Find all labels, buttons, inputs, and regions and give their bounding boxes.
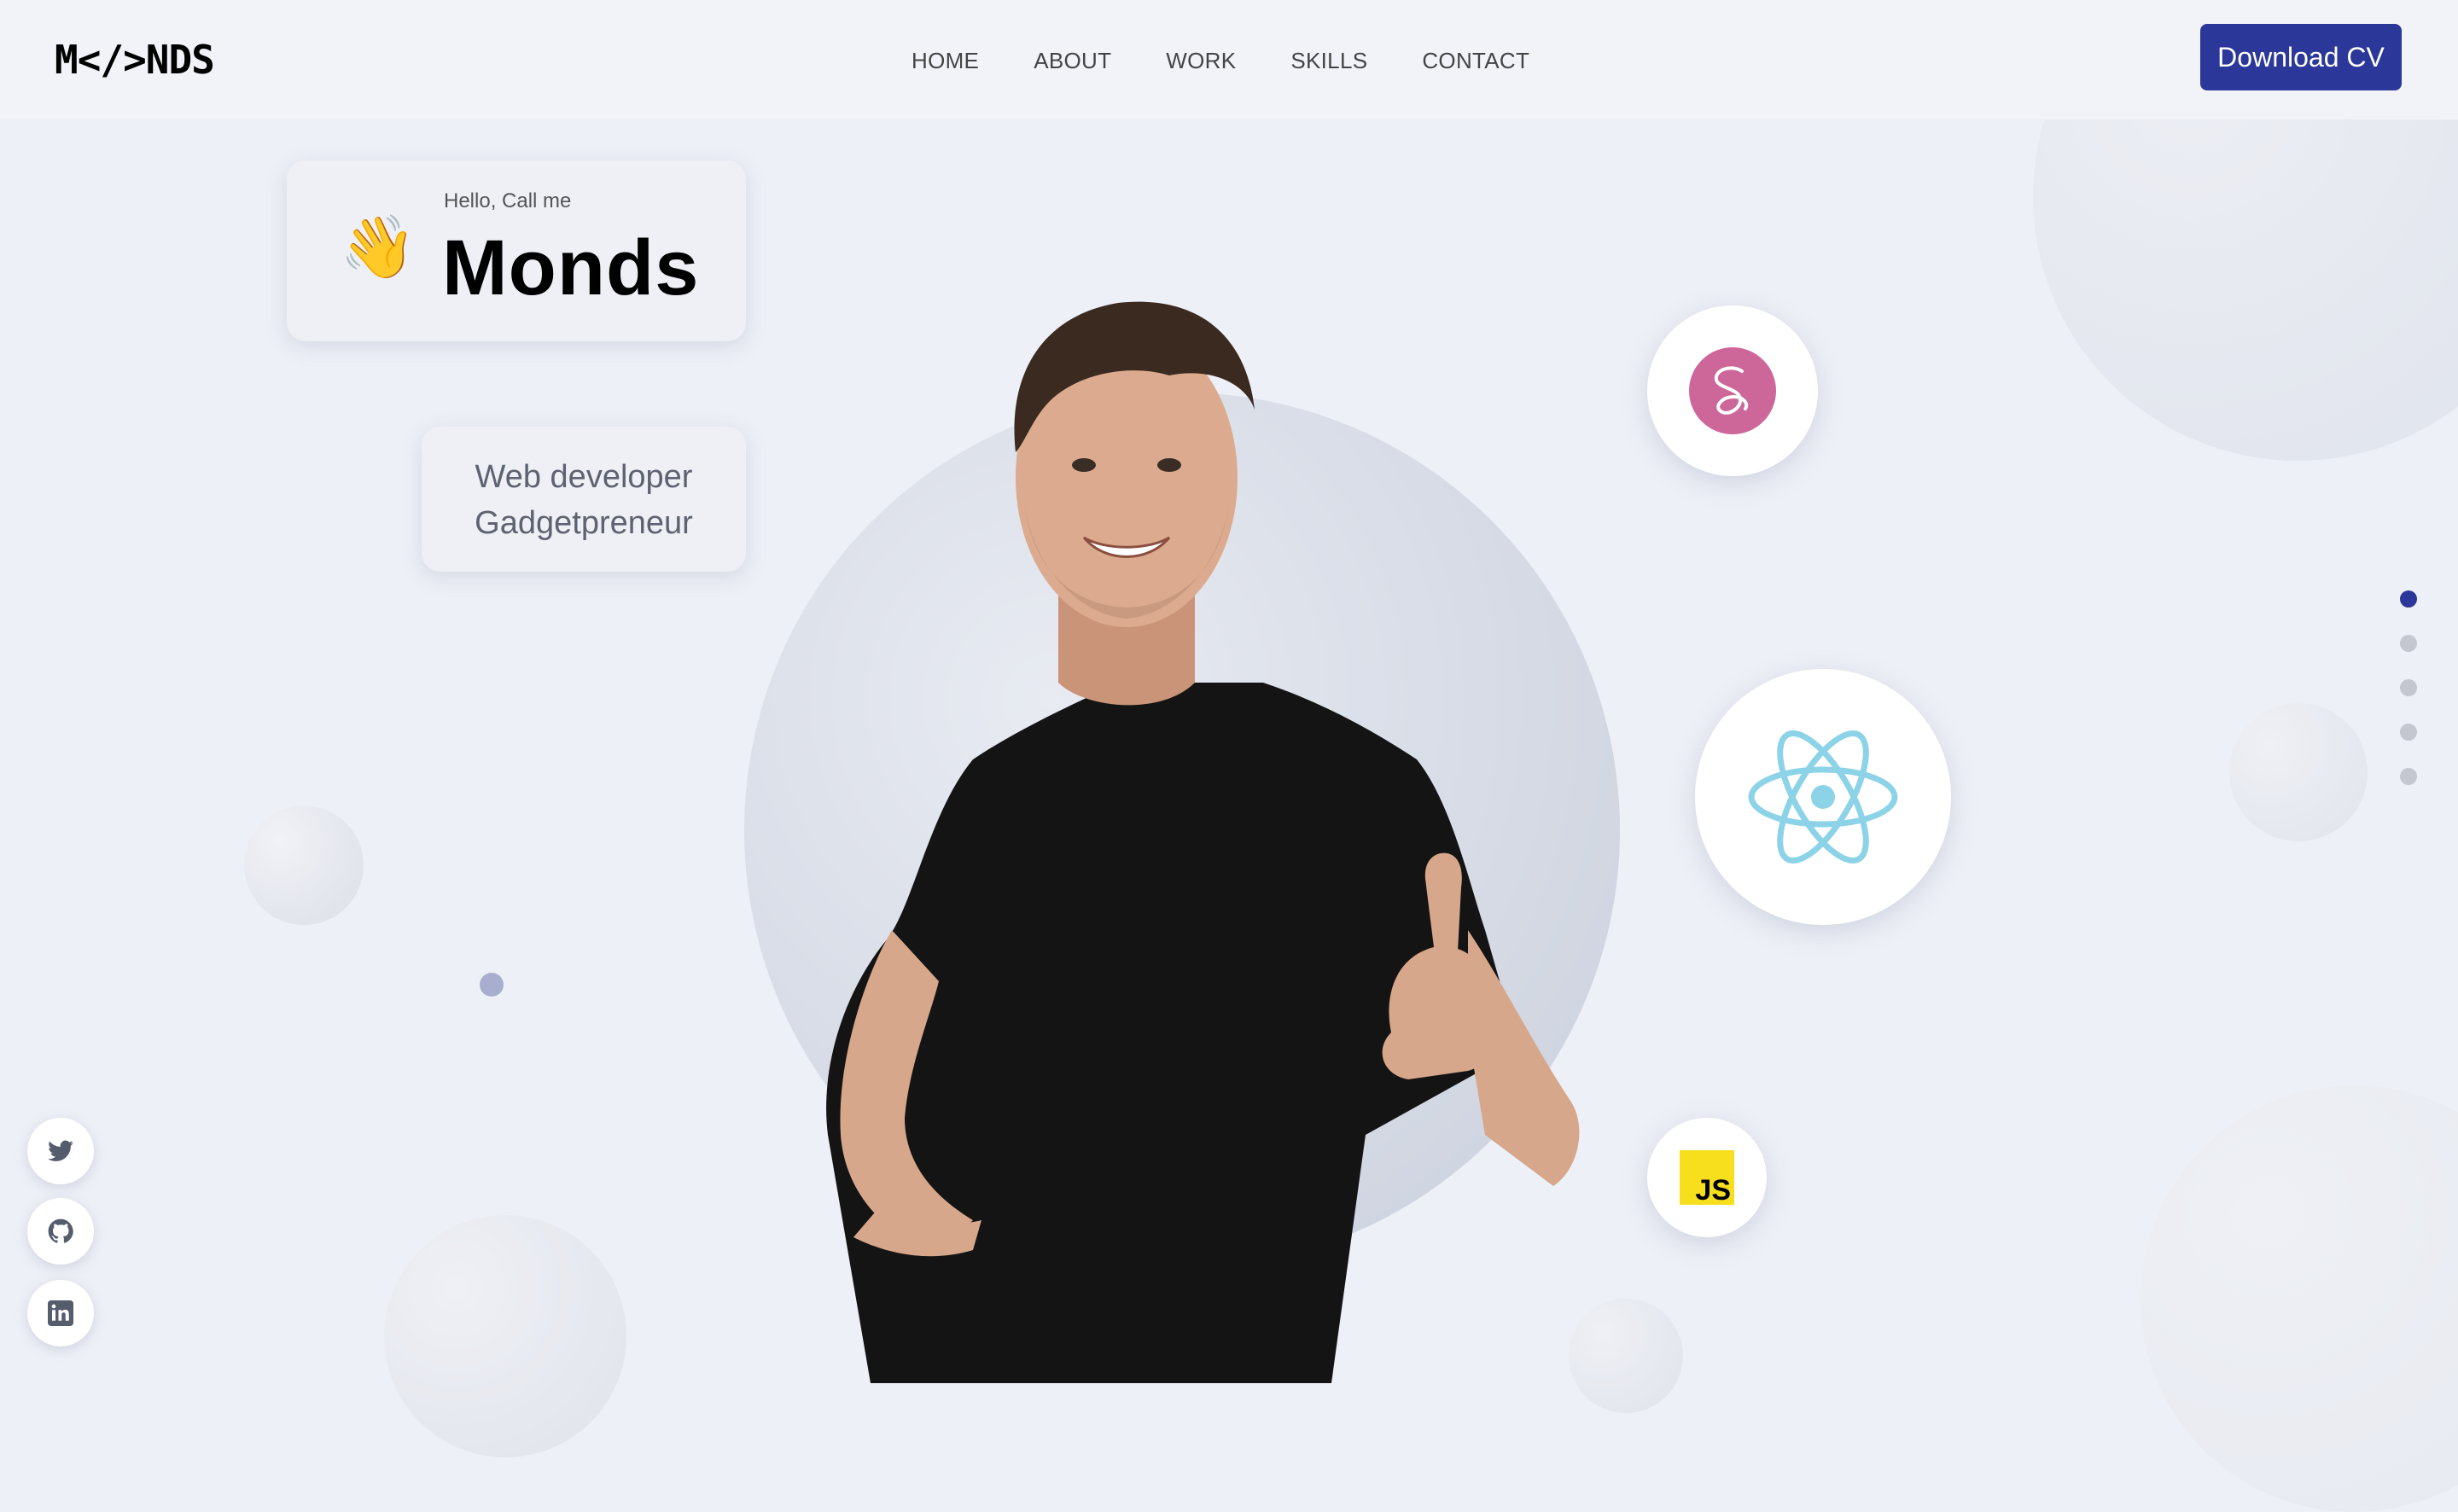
- linkedin-link[interactable]: [27, 1280, 94, 1346]
- react-badge: [1695, 669, 1951, 925]
- hero-portrait-image: [826, 301, 1580, 1383]
- greeting-card: 👋 Hello, Call me Monds: [287, 160, 746, 341]
- linkedin-icon: [48, 1300, 73, 1326]
- nav-home-link[interactable]: HOME: [912, 48, 979, 74]
- decorative-circle: [2141, 1085, 2458, 1512]
- main-nav: HOME ABOUT WORK SKILLS CONTACT: [912, 48, 1529, 74]
- nav-contact-link[interactable]: CONTACT: [1422, 48, 1529, 74]
- role-text: Gadgetpreneur: [475, 505, 693, 541]
- pagination-dot[interactable]: [2400, 724, 2417, 741]
- site-logo[interactable]: M</>NDS: [55, 34, 215, 85]
- site-header: M</>NDS HOME ABOUT WORK SKILLS CONTACT D…: [0, 0, 2458, 119]
- decorative-circle: [244, 805, 364, 925]
- nav-work-link[interactable]: WORK: [1166, 48, 1236, 74]
- sass-badge: [1647, 305, 1818, 476]
- nav-about-link[interactable]: ABOUT: [1034, 48, 1111, 74]
- twitter-icon: [48, 1140, 73, 1161]
- react-icon: [1748, 730, 1898, 864]
- hero-name: Monds: [442, 224, 700, 311]
- javascript-label: JS: [1695, 1174, 1731, 1205]
- pagination-dot[interactable]: [2400, 679, 2417, 696]
- role-card: Web developer Gadgetpreneur: [422, 427, 746, 572]
- javascript-icon: JS: [1680, 1150, 1734, 1205]
- nav-skills-link[interactable]: SKILLS: [1290, 48, 1367, 74]
- javascript-badge: JS: [1647, 1118, 1767, 1237]
- github-link[interactable]: [27, 1198, 94, 1265]
- greeting-text: Hello, Call me: [444, 189, 572, 212]
- twitter-link[interactable]: [27, 1118, 94, 1184]
- pagination-dot[interactable]: [2400, 768, 2417, 785]
- section-pagination: [2400, 590, 2417, 812]
- decorative-dot: [480, 973, 504, 997]
- role-text: Web developer: [475, 459, 693, 495]
- pagination-dot[interactable]: [2400, 635, 2417, 652]
- waving-hand-icon: 👋: [340, 211, 416, 282]
- sass-icon: [1689, 347, 1776, 434]
- decorative-circle: [2229, 703, 2368, 841]
- download-cv-button[interactable]: Download CV: [2200, 24, 2402, 90]
- github-icon: [48, 1218, 73, 1243]
- pagination-dot-active[interactable]: [2400, 590, 2417, 608]
- decorative-circle: [384, 1215, 626, 1457]
